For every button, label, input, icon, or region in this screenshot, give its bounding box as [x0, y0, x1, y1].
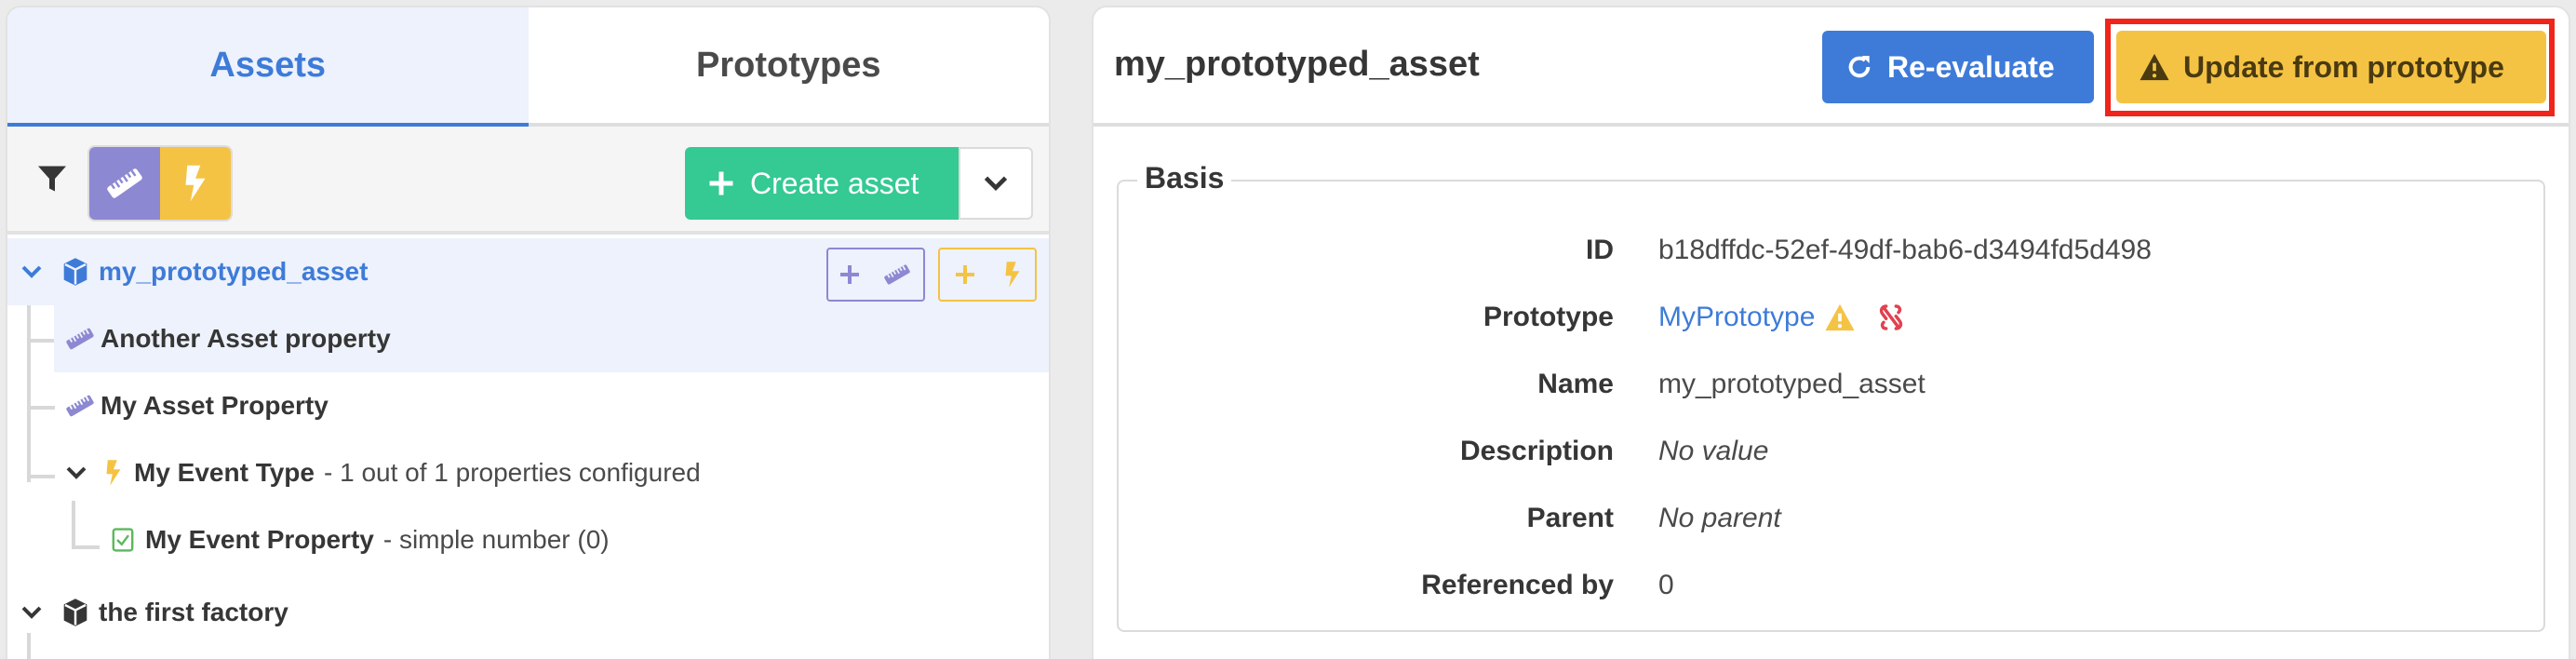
- field-label: ID: [1586, 235, 1614, 265]
- basis-legend: Basis: [1137, 161, 1232, 195]
- tree-connector: [27, 305, 31, 482]
- field-label: Name: [1537, 369, 1614, 399]
- field-row-prototype: Prototype MyPrototype: [1119, 289, 2543, 345]
- bolt-icon: [106, 460, 121, 486]
- field-row-name: Name my_prototyped_asset: [1119, 356, 2543, 412]
- toggle-events[interactable]: [160, 147, 231, 220]
- refresh-icon: [1848, 56, 1871, 78]
- tree-item-property[interactable]: My Asset Property: [54, 372, 1049, 439]
- browser-tabs: Assets Prototypes: [7, 7, 1049, 127]
- field-value: b18dffdc-52ef-49df-bab6-d3494fd5d498: [1658, 235, 2152, 265]
- ruler-icon: [66, 395, 94, 417]
- field-label: Description: [1459, 436, 1614, 466]
- chevron-down-icon[interactable]: [65, 464, 87, 481]
- tab-assets[interactable]: Assets: [7, 7, 529, 127]
- field-value: 0: [1658, 570, 1674, 600]
- field-label: Prototype: [1483, 302, 1614, 332]
- tab-prototypes[interactable]: Prototypes: [529, 7, 1050, 123]
- tree-connector: [72, 501, 75, 549]
- field-value: MyPrototype: [1658, 302, 1906, 333]
- tree-item-event-property[interactable]: My Event Property - simple number (0): [101, 506, 1049, 573]
- plus-icon: [709, 171, 733, 195]
- update-from-prototype-button[interactable]: Update from prototype: [2116, 31, 2546, 103]
- tree-item-meta: - 1 out of 1 properties configured: [323, 458, 701, 487]
- field-row-referenced-by: Referenced by 0: [1119, 558, 2543, 613]
- check-square-icon: [112, 528, 134, 552]
- reevaluate-button[interactable]: Re-evaluate: [1822, 31, 2094, 103]
- field-value: my_prototyped_asset: [1658, 369, 1925, 399]
- asset-detail-panel: my_prototyped_asset Re-evaluate Update f…: [1093, 7, 2569, 659]
- tree-item-meta: - simple number (0): [382, 525, 610, 554]
- tree-item-label: Another Asset property: [101, 324, 391, 353]
- tree-connector: [27, 475, 55, 478]
- page-title: my_prototyped_asset: [1114, 45, 1480, 84]
- warning-icon: [1825, 303, 1855, 331]
- bolt-icon: [1005, 262, 1019, 288]
- create-asset-button[interactable]: Create asset: [685, 147, 959, 220]
- update-from-prototype-label: Update from prototype: [2183, 49, 2504, 84]
- tree-connector: [27, 406, 55, 410]
- chevron-down-icon[interactable]: [20, 263, 43, 280]
- tree-item-label: My Asset Property: [101, 391, 329, 420]
- ruler-icon: [884, 264, 910, 285]
- chevron-down-icon: [984, 176, 1008, 191]
- field-value: No parent: [1658, 503, 1781, 533]
- tree-item-label: the first factory: [99, 598, 288, 626]
- plus-icon: [840, 265, 859, 284]
- ruler-icon: [107, 168, 142, 198]
- tree-item-asset[interactable]: my_prototyped_asset: [7, 238, 1049, 305]
- tree-item-label: My Event Type: [134, 458, 315, 487]
- detail-header: my_prototyped_asset Re-evaluate Update f…: [1093, 7, 2569, 127]
- bolt-icon: [185, 165, 206, 202]
- plus-icon: [955, 265, 974, 284]
- tree-connector: [72, 545, 100, 549]
- field-label: Referenced by: [1421, 570, 1614, 600]
- tree-connector: [27, 339, 55, 343]
- tree-item-label: my_prototyped_asset: [99, 257, 369, 286]
- ruler-icon: [66, 328, 94, 350]
- create-asset-label: Create asset: [750, 166, 919, 200]
- basis-section: Basis ID b18dffdc-52ef-49df-bab6-d3494fd…: [1117, 161, 2545, 632]
- field-label: Parent: [1526, 503, 1614, 533]
- warning-icon: [2140, 53, 2169, 81]
- tree-item-label: My Event Property: [145, 525, 374, 554]
- cube-icon: [63, 598, 87, 626]
- create-options-dropdown[interactable]: [959, 147, 1033, 220]
- browser-toolbar: Create asset: [7, 127, 1049, 235]
- tree-item-event-type[interactable]: My Event Type - 1 out of 1 properties co…: [54, 439, 1049, 506]
- cube-icon: [63, 258, 87, 286]
- field-row-id: ID b18dffdc-52ef-49df-bab6-d3494fd5d498: [1119, 222, 2543, 278]
- add-property-button[interactable]: [826, 248, 925, 302]
- asset-browser-panel: Assets Prototypes Create asset my_protot: [7, 7, 1049, 659]
- tree-item-property[interactable]: Another Asset property: [54, 305, 1049, 372]
- type-filter-toggles: [89, 147, 231, 220]
- add-event-button[interactable]: [938, 248, 1037, 302]
- chevron-down-icon[interactable]: [20, 604, 43, 621]
- reevaluate-label: Re-evaluate: [1887, 49, 2055, 84]
- field-row-parent: Parent No parent: [1119, 491, 2543, 546]
- field-row-description: Description No value: [1119, 424, 2543, 479]
- field-value: No value: [1658, 436, 1769, 466]
- tree-item-asset[interactable]: the first factory: [7, 579, 1049, 646]
- toggle-properties[interactable]: [89, 147, 160, 220]
- prototype-link[interactable]: MyPrototype: [1658, 302, 1815, 333]
- unlink-icon[interactable]: [1876, 302, 1906, 333]
- filter-icon[interactable]: [35, 162, 69, 195]
